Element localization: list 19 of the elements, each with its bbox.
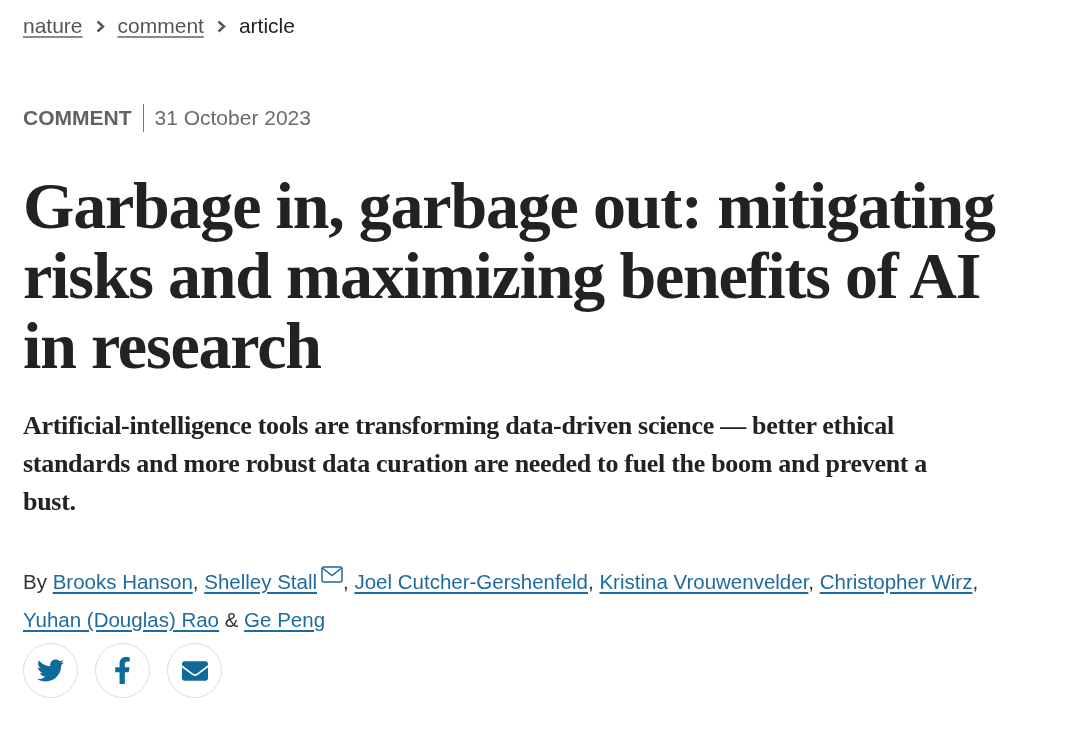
bird-icon bbox=[37, 657, 64, 684]
article-type-label: COMMENT bbox=[23, 104, 144, 132]
author-link[interactable]: Brooks Hanson bbox=[52, 570, 193, 593]
author-byline: By Brooks Hanson, Shelley Stall , Joel Cutcher-Gershenfeld, Kristina Vrouwenvelder, Christopher Wirz, Yuhan (Douglas) Rao & Ge Peng bbox=[23, 563, 1033, 639]
chevron-right-icon bbox=[95, 19, 105, 33]
breadcrumb-link[interactable]: nature bbox=[23, 14, 83, 38]
author-link[interactable]: Joel Cutcher-Gershenfeld bbox=[354, 570, 589, 593]
chevron-right-icon bbox=[216, 19, 226, 33]
author-link[interactable]: Christopher Wirz bbox=[819, 570, 973, 593]
breadcrumb-current: article bbox=[238, 14, 295, 38]
article-title: Garbage in, garbage out: mitigating risks and maximizing benefits of AI in research bbox=[23, 171, 997, 381]
publication-date: 31 October 2023 bbox=[153, 106, 311, 130]
breadcrumb-link[interactable]: comment bbox=[117, 14, 204, 38]
envelope-icon[interactable] bbox=[321, 566, 344, 583]
article-standfirst: Artificial-intelligence tools are transforming data-driven science — better ethical standards and more robust data curation are needed to fuel the boom and prevent a bust. bbox=[23, 410, 929, 518]
author-link[interactable]: Shelley Stall bbox=[204, 570, 318, 593]
author-link[interactable]: Kristina Vrouwenvelder bbox=[599, 570, 809, 593]
author-link[interactable]: Yuhan (Douglas) Rao bbox=[23, 608, 219, 631]
author-link[interactable]: Ge Peng bbox=[244, 608, 326, 631]
